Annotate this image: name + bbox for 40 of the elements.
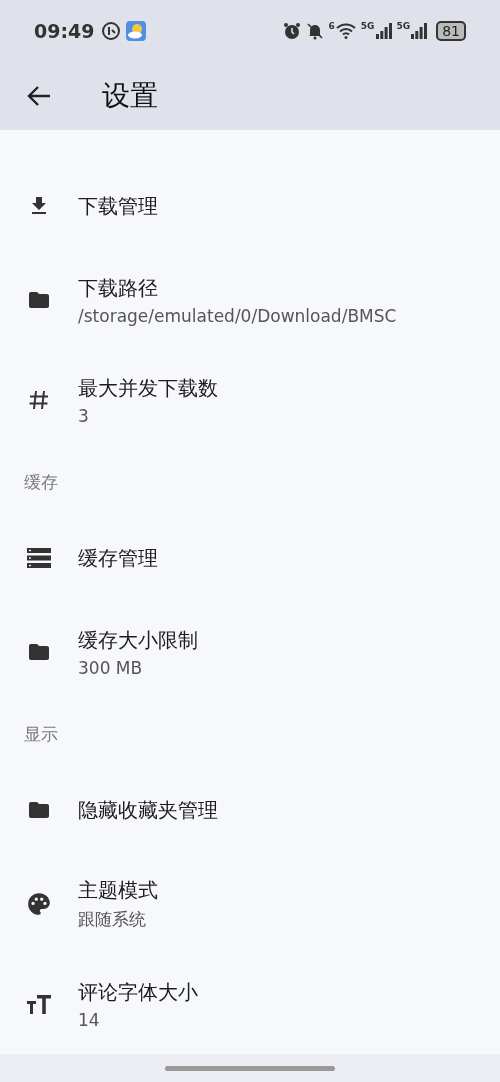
signal-icon xyxy=(375,23,392,39)
settings-item[interactable]: 主题模式 跟随系统 xyxy=(0,854,500,954)
item-value: /storage/emulated/0/Download/BMSC xyxy=(78,305,397,326)
weather-icon xyxy=(126,21,147,41)
back-arrow-icon[interactable] xyxy=(26,85,52,107)
section-header: 显示 xyxy=(24,722,58,746)
item-title: 最大并发下载数 xyxy=(78,374,218,402)
storage-list-icon xyxy=(26,547,52,569)
item-value: 300 MB xyxy=(78,657,144,678)
item-title: 缓存大小限制 xyxy=(78,626,198,654)
item-value: 14 xyxy=(78,1009,101,1030)
settings-item[interactable]: 评论字体大小 14 xyxy=(0,954,500,1054)
hash-icon xyxy=(27,388,51,412)
settings-item[interactable]: 最大并发下载数 3 xyxy=(0,350,500,450)
item-value: 跟随系统 xyxy=(78,908,147,931)
settings-item[interactable]: 下载路径 /storage/emulated/0/Download/BMSC xyxy=(0,250,500,350)
signal-icon xyxy=(411,23,428,39)
settings-item[interactable]: 缓存管理 xyxy=(0,514,500,602)
palette-icon xyxy=(26,891,52,917)
item-title: 下载路径 xyxy=(78,274,159,302)
text-size-icon xyxy=(26,993,52,1015)
settings-item[interactable]: 隐藏收藏夹管理 xyxy=(0,766,500,854)
item-title: 评论字体大小 xyxy=(78,978,198,1006)
item-value: 3 xyxy=(78,405,90,426)
alarm-icon xyxy=(282,22,301,40)
item-title: 下载管理 xyxy=(78,192,158,220)
battery-level: 81 xyxy=(436,21,466,41)
network-type: 5G xyxy=(360,21,375,31)
item-title: 隐藏收藏夹管理 xyxy=(78,796,218,824)
item-title: 主题模式 xyxy=(78,877,158,904)
clock-time: 09:49 xyxy=(34,20,95,42)
section-header: 缓存 xyxy=(24,470,58,494)
muted-bell-icon xyxy=(305,22,324,40)
wifi-icon xyxy=(335,23,356,39)
settings-item[interactable]: 下载管理 xyxy=(0,162,500,250)
item-title: 缓存管理 xyxy=(78,544,158,572)
network-type: 5G xyxy=(396,21,411,31)
settings-item[interactable]: 缓存大小限制 300 MB xyxy=(0,602,500,702)
wifi-standard-label: 6 xyxy=(328,21,335,31)
page-title: 设置 xyxy=(102,78,158,114)
